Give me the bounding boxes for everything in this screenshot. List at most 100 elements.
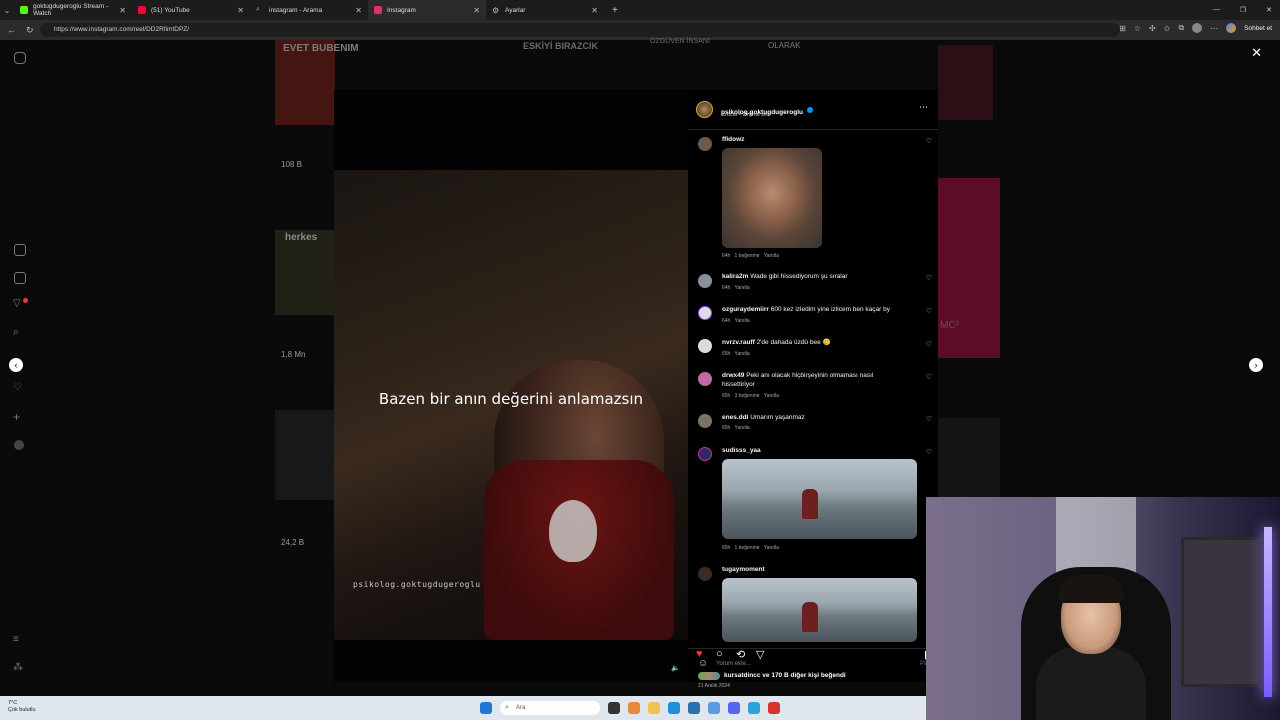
search-icon: ⌕: [256, 6, 260, 13]
chat-button[interactable]: Sohbet et: [1244, 25, 1272, 32]
file-explorer-icon[interactable]: [648, 702, 660, 714]
url-field[interactable]: https://www.instagram.com/reel/DD2RfimtD…: [40, 23, 1120, 37]
comment-user: ffidowz: [722, 136, 745, 143]
tab-youtube[interactable]: (51) YouTube ✕: [132, 0, 250, 20]
comment-like-icon[interactable]: ♡: [926, 274, 932, 282]
comment-like-icon[interactable]: ♡: [926, 448, 932, 456]
comment-image[interactable]: [722, 459, 917, 539]
taskbar-search[interactable]: ⌕ Ara: [500, 701, 600, 715]
search-icon[interactable]: ⌕: [13, 326, 19, 339]
comment-input[interactable]: Yorum ekle...: [716, 661, 751, 667]
volume-icon[interactable]: 🔈: [671, 664, 680, 672]
comment-like-icon[interactable]: ♡: [926, 340, 932, 348]
toolbar-icons: ⊞ ☆ ✣ ✩ ⧉ ⋯ Sohbet et: [1119, 23, 1272, 33]
bg-tile: [938, 45, 993, 120]
copilot-taskbar-icon[interactable]: [628, 702, 640, 714]
close-icon[interactable]: ✕: [591, 6, 598, 15]
webcam-body: [1036, 647, 1146, 720]
close-icon[interactable]: ✕: [237, 6, 244, 15]
puzzle-icon[interactable]: ✣: [1149, 24, 1156, 33]
emoji-icon[interactable]: ☺: [698, 658, 708, 669]
close-icon[interactable]: ✕: [355, 6, 362, 15]
taskbar-search-placeholder: Ara: [516, 705, 526, 711]
address-bar: ← ↻ https://www.instagram.com/reel/DD2Rf…: [0, 20, 1280, 40]
threads-icon[interactable]: ⁂: [13, 662, 23, 673]
discord-icon[interactable]: [728, 702, 740, 714]
instagram-logo-icon[interactable]: [14, 52, 26, 64]
refresh-icon[interactable]: ↻: [26, 25, 38, 36]
author-avatar[interactable]: [696, 101, 713, 118]
close-modal-icon[interactable]: ✕: [1251, 45, 1262, 61]
tab-kick[interactable]: goktugdugeroglu Stream - Watch ✕: [14, 0, 132, 20]
edge-icon[interactable]: [668, 702, 680, 714]
favorites-icon[interactable]: ✩: [1164, 24, 1171, 33]
minimize-icon[interactable]: —: [1213, 6, 1220, 14]
app-icon[interactable]: [748, 702, 760, 714]
comment-avatar[interactable]: [698, 274, 712, 288]
start-icon[interactable]: [480, 702, 492, 714]
send-icon[interactable]: ▽: [13, 298, 21, 309]
tab-instagram[interactable]: Instagram ✕: [368, 0, 486, 20]
home-icon[interactable]: [14, 244, 26, 256]
menu-icon[interactable]: ≡: [13, 634, 19, 645]
comment-avatar[interactable]: [698, 339, 712, 353]
notification-dot: [23, 298, 28, 303]
profile-avatar[interactable]: [1192, 23, 1203, 33]
maximize-icon[interactable]: ❐: [1240, 6, 1246, 14]
comment-image[interactable]: [722, 148, 822, 248]
comment: kalira2m Wade gibi hissediyorum şu sıral…: [722, 273, 848, 280]
close-icon[interactable]: ✕: [119, 6, 126, 15]
comment-avatar[interactable]: [698, 137, 712, 151]
close-icon[interactable]: ✕: [473, 6, 480, 15]
youtube-icon: [138, 6, 146, 14]
more-options-icon[interactable]: ⋯: [919, 102, 928, 113]
post-date: 21 Aralık 2024: [698, 683, 730, 689]
back-icon[interactable]: ←: [7, 25, 19, 35]
tab-label: Ayarlar: [505, 6, 526, 14]
comment-avatar[interactable]: [698, 567, 712, 581]
add-comment-bar: ☺ Yorum ekle... Paylaş: [688, 648, 938, 682]
collections-icon[interactable]: ⧉: [1178, 23, 1184, 33]
tab-menu-icon[interactable]: ⌄: [0, 6, 14, 15]
window-close-icon[interactable]: ✕: [1266, 6, 1272, 14]
prev-arrow-icon[interactable]: ‹: [9, 358, 23, 372]
tab-settings[interactable]: ⚙ Ayarlar ✕: [486, 0, 604, 20]
reels-icon[interactable]: [14, 272, 26, 284]
reel-watermark: psikolog.goktugdugeroglu: [353, 580, 481, 589]
create-icon[interactable]: +: [13, 410, 20, 424]
gear-icon: ⚙: [492, 6, 500, 15]
app-icon[interactable]: [708, 702, 720, 714]
copilot-icon[interactable]: [1226, 23, 1237, 33]
reel-video[interactable]: Bazen bir anın değerini anlamazsın psiko…: [334, 90, 688, 682]
tab-label: (51) YouTube: [151, 6, 190, 14]
audio-label[interactable]: ozdcar • Orijinal ses: [721, 112, 770, 118]
store-icon[interactable]: [688, 702, 700, 714]
comment-avatar[interactable]: [698, 372, 712, 386]
comment-like-icon[interactable]: ♡: [926, 307, 932, 315]
comment-avatar[interactable]: [698, 414, 712, 428]
weather-widget[interactable]: 7°C Çok bulutlu: [8, 700, 36, 714]
image-figure: [802, 602, 818, 632]
comment-like-icon[interactable]: ♡: [926, 137, 932, 145]
tab-search[interactable]: ⌕ instagram - Arama ✕: [250, 0, 368, 20]
view-count: 24,2 B: [281, 538, 305, 547]
comment-like-icon[interactable]: ♡: [926, 415, 932, 423]
new-tab-button[interactable]: +: [612, 5, 618, 16]
star-icon[interactable]: ☆: [1134, 24, 1141, 33]
more-icon[interactable]: ⋯: [1210, 24, 1218, 33]
comment-avatar[interactable]: [698, 447, 712, 461]
bg-tile-label: ÖZGÜVEN İNSANI: [650, 38, 710, 45]
comment-like-icon[interactable]: ♡: [926, 373, 932, 381]
comment-avatar[interactable]: [698, 306, 712, 320]
task-view-icon[interactable]: [608, 702, 620, 714]
profile-avatar[interactable]: [14, 440, 24, 450]
heart-icon[interactable]: ♡: [13, 382, 22, 393]
extensions-icon[interactable]: ⊞: [1119, 24, 1126, 33]
obs-icon[interactable]: [768, 702, 780, 714]
webcam-hair: [1058, 575, 1124, 603]
taskbar-icons: ⌕ Ara: [480, 701, 780, 715]
comment: nvrzv.rauff 2'de dahada üzdü bee 🥲: [722, 339, 831, 346]
bg-tile: [938, 418, 1000, 498]
next-arrow-icon[interactable]: ›: [1249, 358, 1263, 372]
comment-image[interactable]: [722, 578, 917, 642]
